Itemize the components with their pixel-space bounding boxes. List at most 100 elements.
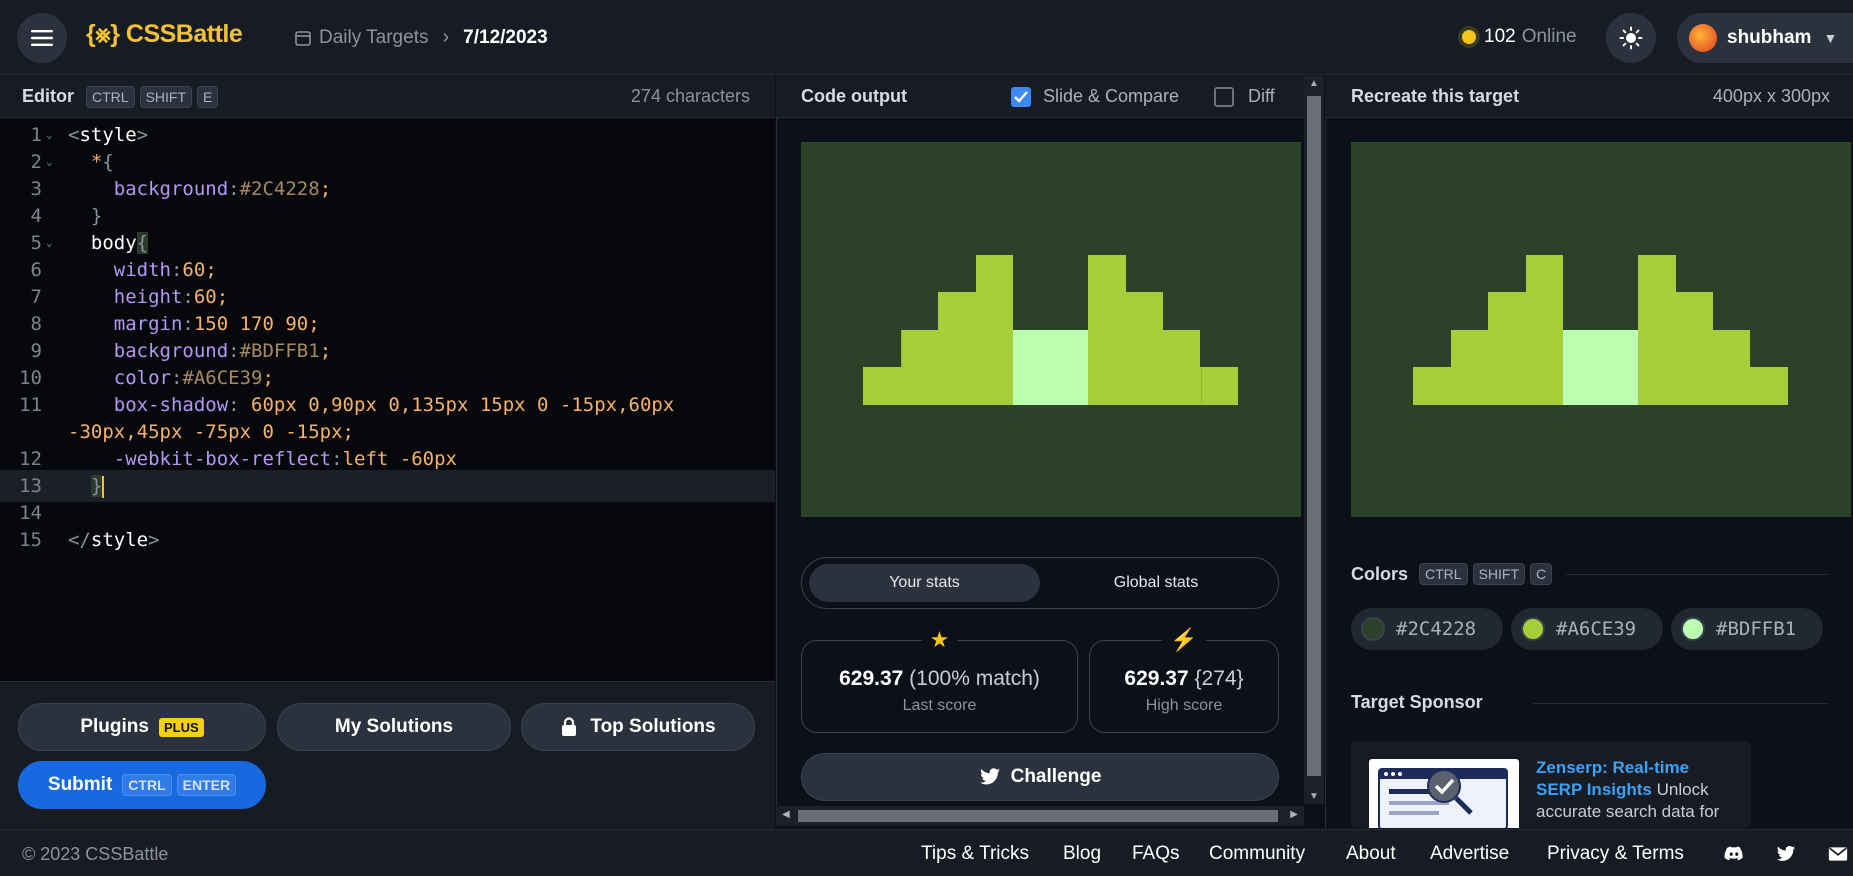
scroll-left-icon[interactable]: ◀ bbox=[782, 809, 790, 820]
color-swatch bbox=[1361, 617, 1385, 641]
code-token: -webkit-box-reflect bbox=[113, 448, 332, 470]
menu-button[interactable] bbox=[17, 13, 67, 63]
checkbox-checked-icon[interactable] bbox=[1011, 86, 1031, 107]
editor-header: Editor CTRL SHIFT E 274 characters bbox=[0, 76, 775, 118]
scroll-thumb[interactable] bbox=[1307, 96, 1321, 776]
scroll-right-icon[interactable]: ▶ bbox=[1290, 809, 1298, 820]
top-solutions-button[interactable]: Top Solutions bbox=[521, 703, 755, 751]
footer-link-privacy[interactable]: Privacy & Terms bbox=[1547, 843, 1684, 865]
lock-icon bbox=[562, 717, 577, 736]
kbd-ctrl: CTRL bbox=[86, 85, 135, 108]
shape-block bbox=[1638, 367, 1788, 405]
slide-compare-toggle[interactable]: Slide & Compare bbox=[1011, 86, 1179, 107]
discord-icon[interactable] bbox=[1724, 844, 1744, 864]
high-score-value: 629.37 bbox=[1124, 667, 1189, 690]
online-count: 102 bbox=[1484, 26, 1516, 47]
checkbox-unchecked-icon[interactable] bbox=[1214, 86, 1234, 107]
code-token: body bbox=[90, 232, 137, 254]
code-output-canvas[interactable] bbox=[801, 142, 1301, 517]
color-chip[interactable]: #2C4228 bbox=[1351, 608, 1503, 650]
code-token: left -60px bbox=[342, 448, 457, 470]
color-chip[interactable]: #A6CE39 bbox=[1511, 608, 1663, 650]
tab-global-stats[interactable]: Global stats bbox=[1040, 564, 1272, 602]
code-line[interactable]: 15 </style> bbox=[0, 524, 775, 556]
scroll-up-icon[interactable]: ▲ bbox=[1304, 78, 1324, 89]
code-token: style bbox=[79, 124, 137, 146]
online-indicator: 102 Online bbox=[1462, 26, 1577, 48]
code-editor[interactable]: 1 ⌄ <style> 2 ⌄ *{ 3 background:#2C4228;… bbox=[0, 119, 775, 681]
shape-seam bbox=[901, 330, 902, 367]
kbd-shift: SHIFT bbox=[139, 85, 193, 108]
shape-block bbox=[1638, 330, 1750, 367]
code-token: color bbox=[113, 367, 171, 389]
calendar-icon bbox=[295, 30, 311, 46]
output-title: Code output bbox=[801, 86, 907, 106]
kbd-e: E bbox=[197, 85, 219, 108]
my-solutions-label: My Solutions bbox=[334, 716, 454, 737]
sponsor-image[interactable] bbox=[1369, 759, 1519, 828]
online-dot-icon bbox=[1462, 30, 1476, 44]
footer-link-about[interactable]: About bbox=[1346, 843, 1396, 865]
username: shubham bbox=[1727, 27, 1812, 48]
code-token: 150 170 90 bbox=[193, 313, 309, 335]
sponsor-card[interactable]: Zenserp: Real-time SERP Insights Unlock … bbox=[1351, 741, 1751, 828]
twitter-icon[interactable] bbox=[1776, 844, 1796, 864]
shape-block bbox=[1488, 292, 1563, 330]
shape-block bbox=[1413, 367, 1563, 405]
shape-seam bbox=[1201, 367, 1202, 405]
lightning-icon: ⚡ bbox=[1090, 627, 1278, 653]
output-vertical-scrollbar[interactable]: ▲ ▼ bbox=[1304, 76, 1324, 804]
challenge-button[interactable]: Challenge bbox=[801, 753, 1279, 801]
footer-link-blog[interactable]: Blog bbox=[1063, 843, 1101, 865]
colors-title: Colors bbox=[1351, 563, 1409, 584]
my-solutions-button[interactable]: My Solutions bbox=[277, 703, 511, 751]
chevron-down-icon: ▼ bbox=[1823, 30, 1838, 46]
sun-icon bbox=[1619, 26, 1643, 50]
shape-block bbox=[1088, 367, 1238, 405]
editor-title: Editor bbox=[22, 86, 74, 106]
footer-link-tips[interactable]: Tips & Tricks bbox=[921, 843, 1029, 865]
color-chip[interactable]: #BDFFB1 bbox=[1671, 608, 1823, 650]
top-solutions-label: Top Solutions bbox=[590, 716, 716, 737]
color-swatch bbox=[1521, 617, 1545, 641]
chevron-right-icon: › bbox=[442, 26, 450, 48]
shape-block bbox=[1088, 255, 1126, 292]
mail-icon[interactable] bbox=[1828, 844, 1848, 864]
text-cursor bbox=[102, 475, 105, 498]
submit-button[interactable]: Submit CTRL ENTER bbox=[18, 761, 266, 809]
breadcrumb-daily-targets[interactable]: Daily Targets bbox=[319, 27, 428, 49]
theme-toggle-button[interactable] bbox=[1606, 13, 1656, 63]
star-icon: ★ bbox=[802, 627, 1077, 653]
code-token: #BDFFB1 bbox=[239, 340, 320, 362]
scroll-down-icon[interactable]: ▼ bbox=[1304, 791, 1324, 802]
code-token: #2C4228 bbox=[239, 178, 320, 200]
scroll-thumb[interactable] bbox=[798, 810, 1278, 822]
diff-label: Diff bbox=[1248, 86, 1275, 106]
logo[interactable]: {⨳} CSSBattle bbox=[86, 20, 243, 49]
colors-header: Colors CTRL SHIFT C bbox=[1351, 563, 1553, 585]
footer-link-faqs[interactable]: FAQs bbox=[1132, 843, 1180, 865]
shape-block bbox=[938, 292, 1013, 330]
last-score-label: Last score bbox=[902, 697, 977, 714]
breadcrumb: Daily Targets › 7/12/2023 bbox=[295, 26, 548, 49]
output-header: Code output Slide & Compare Diff bbox=[776, 76, 1304, 118]
divider bbox=[1566, 574, 1828, 575]
shape-block bbox=[1638, 255, 1676, 292]
output-horizontal-scrollbar[interactable]: ◀ ▶ bbox=[776, 806, 1304, 826]
challenge-label: Challenge bbox=[1010, 766, 1102, 787]
target-title: Recreate this target bbox=[1351, 86, 1520, 106]
diff-toggle[interactable]: Diff bbox=[1214, 86, 1275, 107]
color-hex: #BDFFB1 bbox=[1716, 618, 1797, 640]
online-label: Online bbox=[1521, 26, 1577, 47]
twitter-icon bbox=[979, 768, 1000, 785]
char-count: 274 characters bbox=[630, 86, 750, 106]
high-score-label: High score bbox=[1145, 697, 1223, 714]
plugins-button[interactable]: Plugins PLUS bbox=[18, 703, 266, 751]
footer-link-advertise[interactable]: Advertise bbox=[1430, 843, 1509, 865]
user-menu-button[interactable]: shubham ▼ bbox=[1677, 13, 1853, 63]
kbd-ctrl: CTRL bbox=[1419, 563, 1468, 585]
shape-block bbox=[1451, 330, 1563, 367]
footer-link-community[interactable]: Community bbox=[1209, 843, 1305, 865]
target-canvas[interactable] bbox=[1351, 142, 1851, 517]
tab-your-stats[interactable]: Your stats bbox=[809, 564, 1040, 602]
